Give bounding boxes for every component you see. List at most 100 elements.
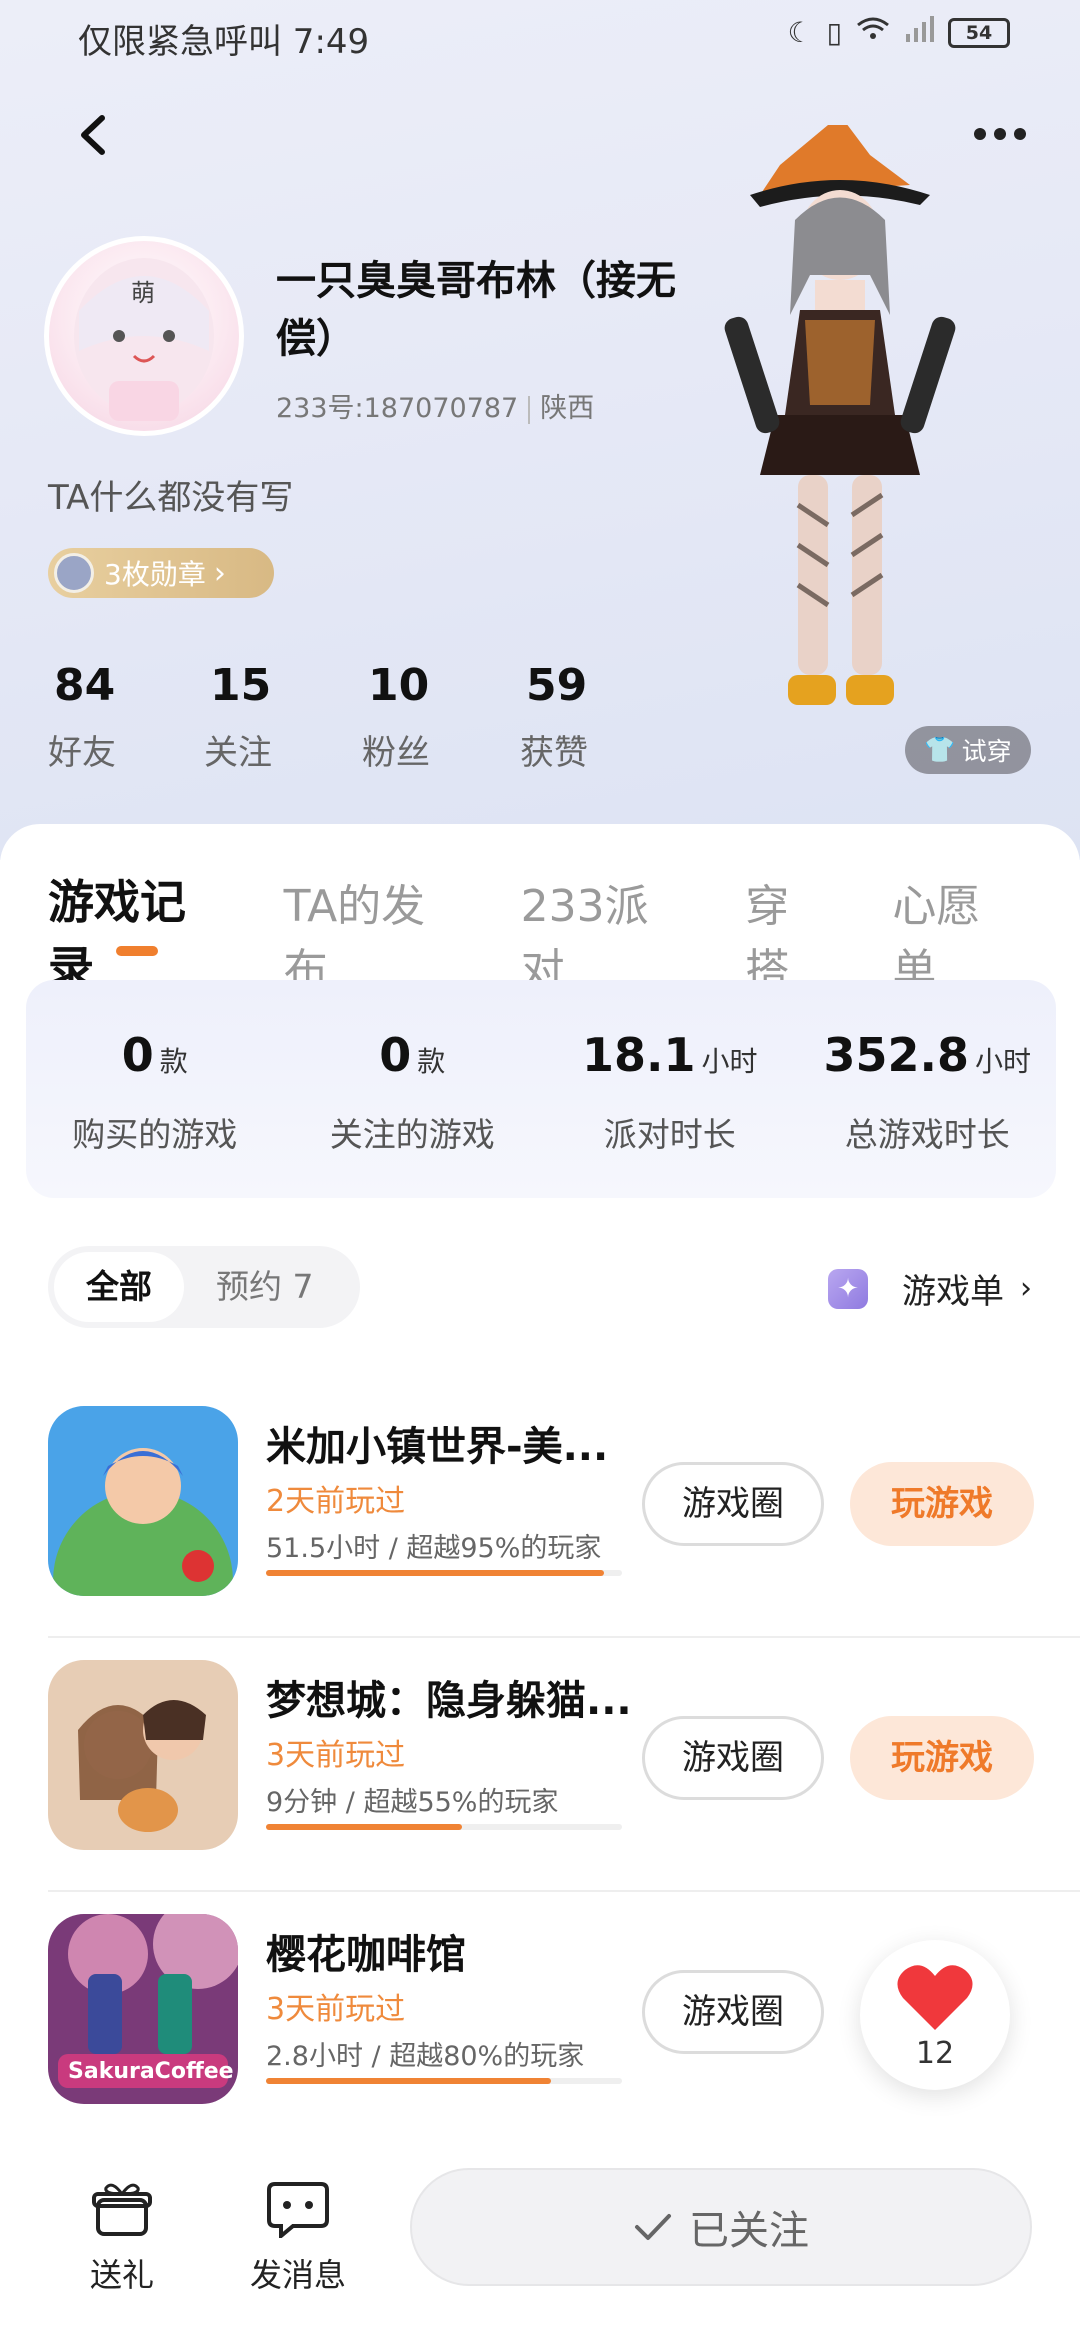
summary-purchased: 0款 购买的游戏 — [26, 980, 284, 1198]
summary-value: 18.1 — [581, 1028, 696, 1082]
stat-label: 获赞 — [520, 733, 588, 773]
game-circle-button[interactable]: 游戏圈 — [642, 1462, 824, 1546]
back-button[interactable] — [70, 110, 120, 160]
followed-label: 已关注 — [689, 2208, 809, 2254]
sparkle-icon: ✦ — [828, 1268, 868, 1309]
chat-icon — [267, 2182, 329, 2241]
tab-outfits[interactable]: 穿搭 — [745, 870, 826, 998]
account-id: 233号:187070787 — [276, 393, 519, 424]
account-info: 233号:187070787 陕西 — [276, 386, 594, 425]
try-on-button[interactable]: 👕 试穿 — [905, 726, 1031, 774]
summary-followed: 0款 关注的游戏 — [284, 980, 542, 1198]
game-icon[interactable]: SakuraCoffee — [48, 1914, 238, 2104]
nickname: 一只臭臭哥布林（接无偿） — [276, 258, 676, 362]
stat-label: 好友 — [48, 733, 116, 773]
game-title: 樱花咖啡馆 — [266, 1932, 466, 1978]
filter-segmented-control: 全部 预约 7 — [48, 1246, 360, 1328]
stat-value: 15 — [210, 660, 272, 711]
progress-fill — [266, 2078, 551, 2084]
summary-label: 总游戏时长 — [844, 1115, 1010, 1154]
medal-label: 3枚勋章 — [104, 558, 206, 591]
bottom-action-bar: 送礼 发消息 已关注 — [0, 2140, 1080, 2340]
filter-reserve[interactable]: 预约 7 — [184, 1252, 346, 1322]
avatar[interactable]: 萌 — [44, 236, 244, 436]
game-row[interactable]: 米加小镇世界-美... 2天前玩过 51.5小时 / 超越95%的玩家 游戏圈 … — [48, 1384, 1080, 1638]
followed-button[interactable]: 已关注 — [410, 2168, 1032, 2286]
divider — [528, 395, 531, 424]
play-stat: 51.5小时 / 超越95%的玩家 — [266, 1533, 602, 1564]
game-cover-art — [48, 1406, 238, 1596]
content-sheet: 游戏记录 TA的发布 233派对 穿搭 心愿单 0款 购买的游戏 0款 关注的游… — [0, 824, 1080, 2340]
summary-value: 352.8 — [823, 1028, 969, 1082]
message-button[interactable]: 发消息 — [228, 2180, 368, 2296]
more-dots-icon — [974, 128, 1026, 140]
game-icon[interactable] — [48, 1660, 238, 1850]
summary-unit: 小时 — [701, 1045, 758, 1078]
last-played: 3天前玩过 — [266, 1992, 406, 2027]
avatar-illustration: 萌 — [74, 258, 214, 421]
progress-bar — [266, 1570, 622, 1576]
summary-label: 购买的游戏 — [72, 1115, 238, 1154]
stat-likes[interactable]: 59 获赞 — [512, 660, 670, 774]
medal-button[interactable]: 3枚勋章 › — [48, 548, 274, 598]
tab-game-records[interactable]: 游戏记录 — [48, 866, 218, 998]
game-row[interactable]: 梦想城：隐身躲猫... 3天前玩过 9分钟 / 超越55%的玩家 游戏圈 玩游戏 — [48, 1638, 1080, 1892]
progress-fill — [266, 1570, 605, 1576]
stat-following[interactable]: 15 关注 — [196, 660, 354, 774]
stat-value: 10 — [368, 660, 430, 711]
stat-fans[interactable]: 10 粉丝 — [354, 660, 512, 774]
like-floating-button[interactable]: 12 — [860, 1940, 1010, 2090]
moon-icon: ☾ — [787, 16, 813, 49]
summary-party-time: 18.1 小时 派对时长 — [541, 980, 799, 1198]
summary-total-time: 352.8 小时 总游戏时长 — [799, 980, 1057, 1198]
bio: TA什么都没有写 — [48, 478, 294, 518]
status-text: 仅限紧急呼叫 7:49 — [78, 22, 370, 62]
vibrate-icon: ▯ — [826, 16, 842, 49]
gift-label: 送礼 — [89, 2256, 154, 2294]
tab-wishlist[interactable]: 心愿单 — [892, 870, 1014, 998]
avatar-badge-text: 萌 — [131, 279, 155, 307]
game-icon[interactable] — [48, 1406, 238, 1596]
avatar-3d-figure[interactable] — [720, 115, 960, 745]
progress-bar — [266, 1824, 622, 1830]
tab-party[interactable]: 233派对 — [521, 870, 680, 998]
play-stat: 9分钟 / 超越55%的玩家 — [266, 1787, 559, 1818]
try-on-label: 试穿 — [961, 737, 1012, 766]
tab-bar: 游戏记录 TA的发布 233派对 穿搭 心愿单 — [48, 866, 1080, 998]
summary-unit: 款 — [417, 1045, 446, 1078]
play-game-button[interactable]: 玩游戏 — [850, 1716, 1034, 1800]
game-list-link[interactable]: ✦ 游戏单 › — [828, 1264, 1032, 1313]
chevron-right-icon: › — [213, 555, 226, 591]
play-game-button[interactable]: 玩游戏 — [850, 1462, 1034, 1546]
stat-label: 粉丝 — [362, 733, 430, 773]
summary-label: 派对时长 — [603, 1115, 736, 1154]
last-played: 3天前玩过 — [266, 1738, 406, 1773]
medal-icon — [54, 553, 94, 593]
game-list-label: 游戏单 — [902, 1272, 1004, 1312]
game-title: 梦想城：隐身躲猫... — [266, 1678, 632, 1724]
stat-friends[interactable]: 84 好友 — [40, 660, 196, 774]
summary-value: 0 — [121, 1028, 154, 1082]
profile-stats: 84 好友 15 关注 10 粉丝 59 获赞 — [40, 660, 670, 774]
shirt-icon: 👕 — [924, 735, 956, 764]
region: 陕西 — [540, 393, 595, 424]
chevron-right-icon: › — [1020, 1271, 1032, 1306]
active-tab-indicator — [116, 946, 158, 956]
heart-icon — [897, 1965, 973, 2030]
chevron-left-icon — [81, 115, 105, 155]
play-stat: 2.8小时 / 超越80%的玩家 — [266, 2041, 585, 2072]
tab-posts[interactable]: TA的发布 — [284, 870, 455, 998]
like-count: 12 — [915, 2036, 955, 2071]
game-title: 米加小镇世界-美... — [266, 1424, 609, 1470]
more-options-button[interactable] — [960, 110, 1040, 160]
game-summary-card: 0款 购买的游戏 0款 关注的游戏 18.1 小时 派对时长 352.8 小时 总游… — [26, 980, 1056, 1198]
stat-value: 84 — [54, 660, 116, 711]
character-illustration — [724, 115, 956, 705]
summary-unit: 款 — [159, 1045, 188, 1078]
gift-button[interactable]: 送礼 — [52, 2180, 192, 2296]
game-circle-button[interactable]: 游戏圈 — [642, 1970, 824, 2054]
game-circle-button[interactable]: 游戏圈 — [642, 1716, 824, 1800]
filter-all[interactable]: 全部 — [54, 1252, 184, 1322]
status-icons: ☾ ▯ 54 — [787, 16, 1010, 49]
game-cover-art — [48, 1660, 238, 1850]
